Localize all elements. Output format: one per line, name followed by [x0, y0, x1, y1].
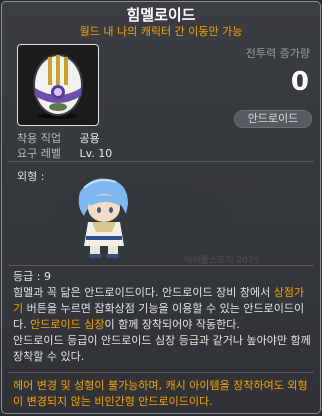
description-text: 이 함께 장착되어야 작동한다.: [104, 318, 240, 331]
description-highlight: 안드로이드 심장: [30, 318, 105, 331]
description-paragraph: 안드로이드 등급이 안드로이드 심장 등급과 같거나 높아야만 함께 장착할 수…: [13, 334, 311, 363]
android-egg-icon: [33, 54, 83, 119]
requirement-value: Lv. 10: [79, 147, 113, 160]
description-text: 힘멜과 꼭 닮은 안드로이드이다. 안드로이드 장비 창에서: [13, 286, 274, 299]
combat-power-label: 전투력 증가량: [245, 47, 310, 60]
character-preview: [52, 178, 232, 258]
requirement-label: 요구 레벨: [17, 147, 61, 160]
divider: [8, 161, 314, 162]
item-description: 등급 : 9 힘멜과 꼭 닮은 안드로이드이다. 안드로이드 장비 창에서 상점…: [13, 269, 313, 365]
item-warning: 헤어 변경 및 성형이 불가능하며, 캐시 아이템을 장착하여도 외형이 변경되…: [13, 379, 308, 408]
description-paragraph: 힘멜과 꼭 닮은 안드로이드이다. 안드로이드 장비 창에서 상점가기 버튼을 …: [13, 285, 313, 333]
trade-restriction: 월드 내 나의 캐릭터 간 이동만 가능: [79, 25, 243, 38]
divider: [8, 372, 314, 373]
item-icon-frame: [17, 44, 99, 126]
item-tooltip: 힘멜로이드 월드 내 나의 캐릭터 간 이동만 가능 전투력 증가량 0 안드로…: [1, 1, 321, 414]
item-name: 힘멜로이드: [126, 6, 196, 24]
requirement-level: 요구 레벨 Lv. 10: [17, 145, 112, 161]
requirement-label: 착용 직업: [17, 132, 61, 145]
requirement-job: 착용 직업 공용: [17, 130, 100, 146]
combat-power-value: 0: [290, 67, 309, 97]
requirement-value: 공용: [79, 132, 100, 145]
item-grade: 등급 : 9: [13, 270, 51, 283]
item-type-badge: 안드로이드: [234, 110, 312, 128]
divider: [8, 265, 314, 266]
